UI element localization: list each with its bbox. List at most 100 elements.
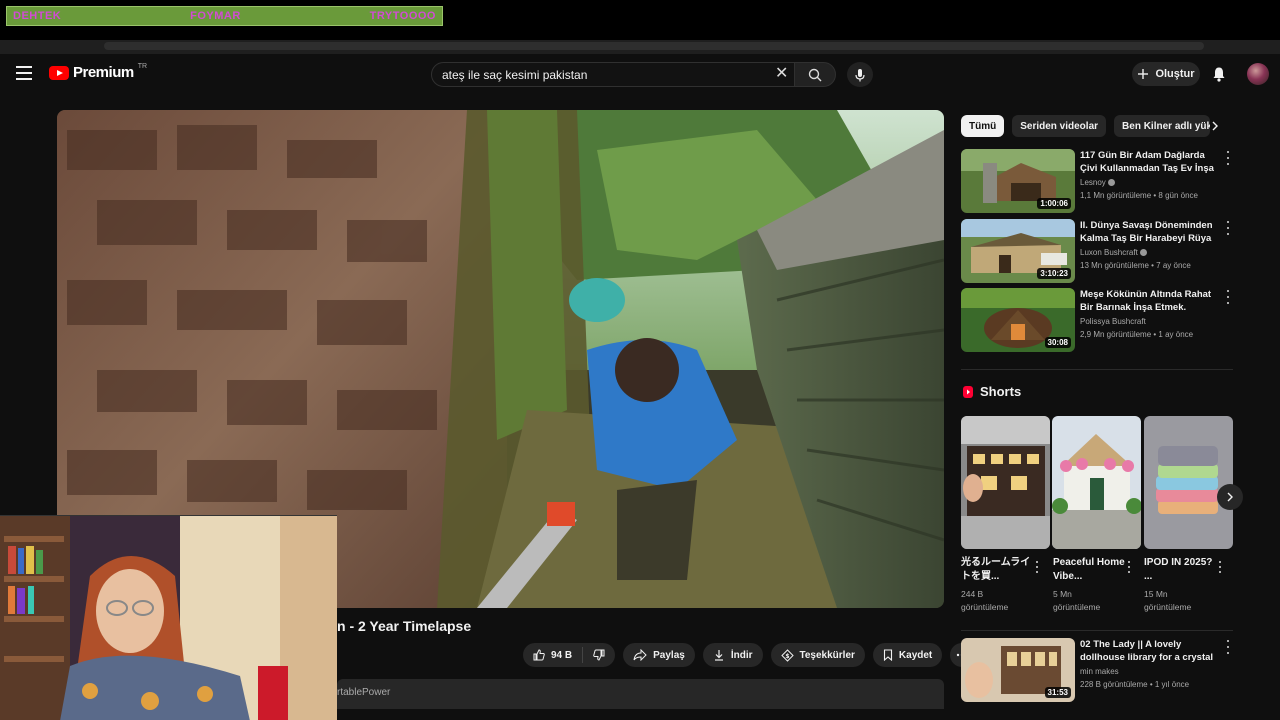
youtube-watch-page: DEHTEK FOYMAR TRYTOOOO Premium TR ✕ Oluş… [0,0,1280,720]
region-code: TR [137,63,148,70]
recommendation-meta: 1,1 Mn görüntüleme • 8 gün önce [1080,191,1198,200]
bookmark-icon [883,649,892,661]
recommendation-meta: 2,9 Mn görüntüleme • 1 ay önce [1080,330,1194,339]
share-icon [633,649,647,661]
recommendation-thumbnail[interactable]: 31:53 [961,638,1075,702]
search-input[interactable] [442,67,762,82]
save-label: Kaydet [898,649,933,661]
channel-name-snippet[interactable]: rtablePower [337,687,390,698]
recommendation-title[interactable]: Meşe Kökünün Altında Rahat Bir Barınak İ… [1080,288,1220,314]
download-label: İndir [730,649,753,661]
recommendation-title[interactable]: 117 Gün Bir Adam Dağlarda Çivi Kullanmad… [1080,149,1220,175]
recommendation-thumbnail[interactable]: 30:08 [961,288,1075,352]
recommendation-meta: 228 B görüntüleme • 1 yıl önce [1080,680,1190,689]
voice-search-button[interactable] [847,62,873,87]
short-thumbnail[interactable] [1052,416,1141,549]
kebab-menu-icon[interactable] [1225,640,1231,654]
kebab-menu-icon[interactable] [1225,221,1231,235]
filter-chips: Tümü Seriden videolar Ben Kilner adlı yü… [961,115,1211,137]
thanks-button[interactable]: $ Teşekkürler [770,643,865,667]
channel-description-box[interactable] [337,679,944,709]
shorts-label: Shorts [980,384,1022,399]
recommendation-item[interactable]: 31:53 02 The Lady || A lovely dollhouse … [961,638,1233,702]
chips-next-button[interactable] [1210,119,1220,137]
short-title[interactable]: 光るルームライトを買... [961,556,1033,584]
recommendation-channel[interactable]: min makes [1080,667,1119,676]
search-box [431,62,795,87]
logo-text: Premium [73,64,134,81]
section-divider [961,630,1233,631]
shorts-next-button[interactable] [1217,484,1243,510]
short-thumbnail[interactable] [961,416,1050,549]
super-thanks-icon: $ [780,648,794,662]
chevron-right-icon [1227,492,1233,502]
create-label: Oluştur [1155,68,1195,80]
create-button[interactable]: Oluştur [1132,62,1200,86]
kebab-menu-icon[interactable] [1225,151,1231,165]
short-thumbnail[interactable] [1144,416,1233,549]
browser-address-bar[interactable] [104,42,1204,50]
plus-icon [1138,69,1149,79]
chip-uploader[interactable]: Ben Kilner adlı yükle [1114,115,1211,137]
verified-icon [1108,179,1116,187]
verified-icon [1140,249,1148,257]
overlay-label-middle: FOYMAR [190,10,241,22]
short-views: 15 Mn görüntüleme [1144,589,1192,612]
download-icon [714,650,723,661]
kebab-menu-icon[interactable] [1126,561,1132,573]
share-button[interactable]: Paylaş [623,643,695,667]
thumbs-down-icon [593,649,605,661]
menu-icon[interactable] [16,66,32,80]
bell-icon [1213,67,1225,82]
short-title[interactable]: Peaceful Home Vibe... [1053,556,1125,584]
kebab-menu-icon[interactable] [1217,561,1223,573]
like-dislike-group: 94 B [523,643,616,667]
like-count: 94 B [551,649,573,661]
video-title: n - 2 Year Timelapse [337,618,472,634]
overlay-label-right: TRYTOOOO [369,10,436,22]
recommendation-channel[interactable]: Lesnoy [1080,178,1116,187]
video-actions: 94 B Paylaş İndir $ Teşekkürler Kaydet [523,643,975,667]
recommendation-channel[interactable]: Luxon Bushcraft [1080,248,1148,257]
like-button[interactable]: 94 B [523,643,582,667]
webcam-frame [0,516,337,720]
search-icon [808,68,822,81]
share-label: Paylaş [653,649,685,661]
kebab-menu-icon[interactable] [1034,561,1040,573]
recommendation-item[interactable]: 1:00:06 117 Gün Bir Adam Dağlarda Çivi K… [961,149,1233,213]
notifications-button[interactable] [1212,66,1226,87]
recommendation-item[interactable]: 3:10:23 II. Dünya Savaşı Döneminden Kalm… [961,219,1233,283]
thumbs-up-icon [533,649,545,661]
thanks-label: Teşekkürler [799,649,855,661]
download-button[interactable]: İndir [702,643,763,667]
recommendation-item[interactable]: 30:08 Meşe Kökünün Altında Rahat Bir Bar… [961,288,1233,352]
save-button[interactable]: Kaydet [872,643,943,667]
microphone-icon [855,68,865,81]
search-button[interactable] [794,62,836,87]
video-duration: 31:53 [1044,687,1071,698]
clear-search-icon[interactable]: ✕ [775,66,788,82]
stream-overlay-strip: DEHTEK FOYMAR TRYTOOOO [6,6,443,26]
video-duration: 3:10:23 [1037,268,1071,279]
chip-series[interactable]: Seriden videolar [1012,115,1107,137]
short-views: 244 Bgörüntüleme [961,589,1009,612]
shorts-header: Shorts [962,384,1021,399]
overlay-label-left: DEHTEK [13,10,62,22]
kebab-menu-icon[interactable] [1225,290,1231,304]
chip-all[interactable]: Tümü [961,115,1005,137]
recommendation-title[interactable]: II. Dünya Savaşı Döneminden Kalma Taş Bi… [1080,219,1220,245]
short-views: 5 Mn görüntüleme [1053,589,1101,612]
recommendation-channel[interactable]: Polissya Bushcraft [1080,317,1146,326]
recommendation-meta: 13 Mn görüntüleme • 7 ay önce [1080,261,1191,270]
chevron-right-icon [1212,121,1218,131]
youtube-premium-logo[interactable]: Premium TR [49,63,148,81]
svg-text:$: $ [785,653,789,660]
recommendation-thumbnail[interactable]: 3:10:23 [961,219,1075,283]
account-avatar[interactable] [1247,63,1269,85]
streamer-webcam [0,515,337,720]
recommendation-title[interactable]: 02 The Lady || A lovely dollhouse librar… [1080,638,1220,664]
section-divider [961,369,1233,370]
recommendation-thumbnail[interactable]: 1:00:06 [961,149,1075,213]
dislike-button[interactable] [583,643,615,667]
short-title[interactable]: IPOD IN 2025? ... [1144,556,1216,584]
